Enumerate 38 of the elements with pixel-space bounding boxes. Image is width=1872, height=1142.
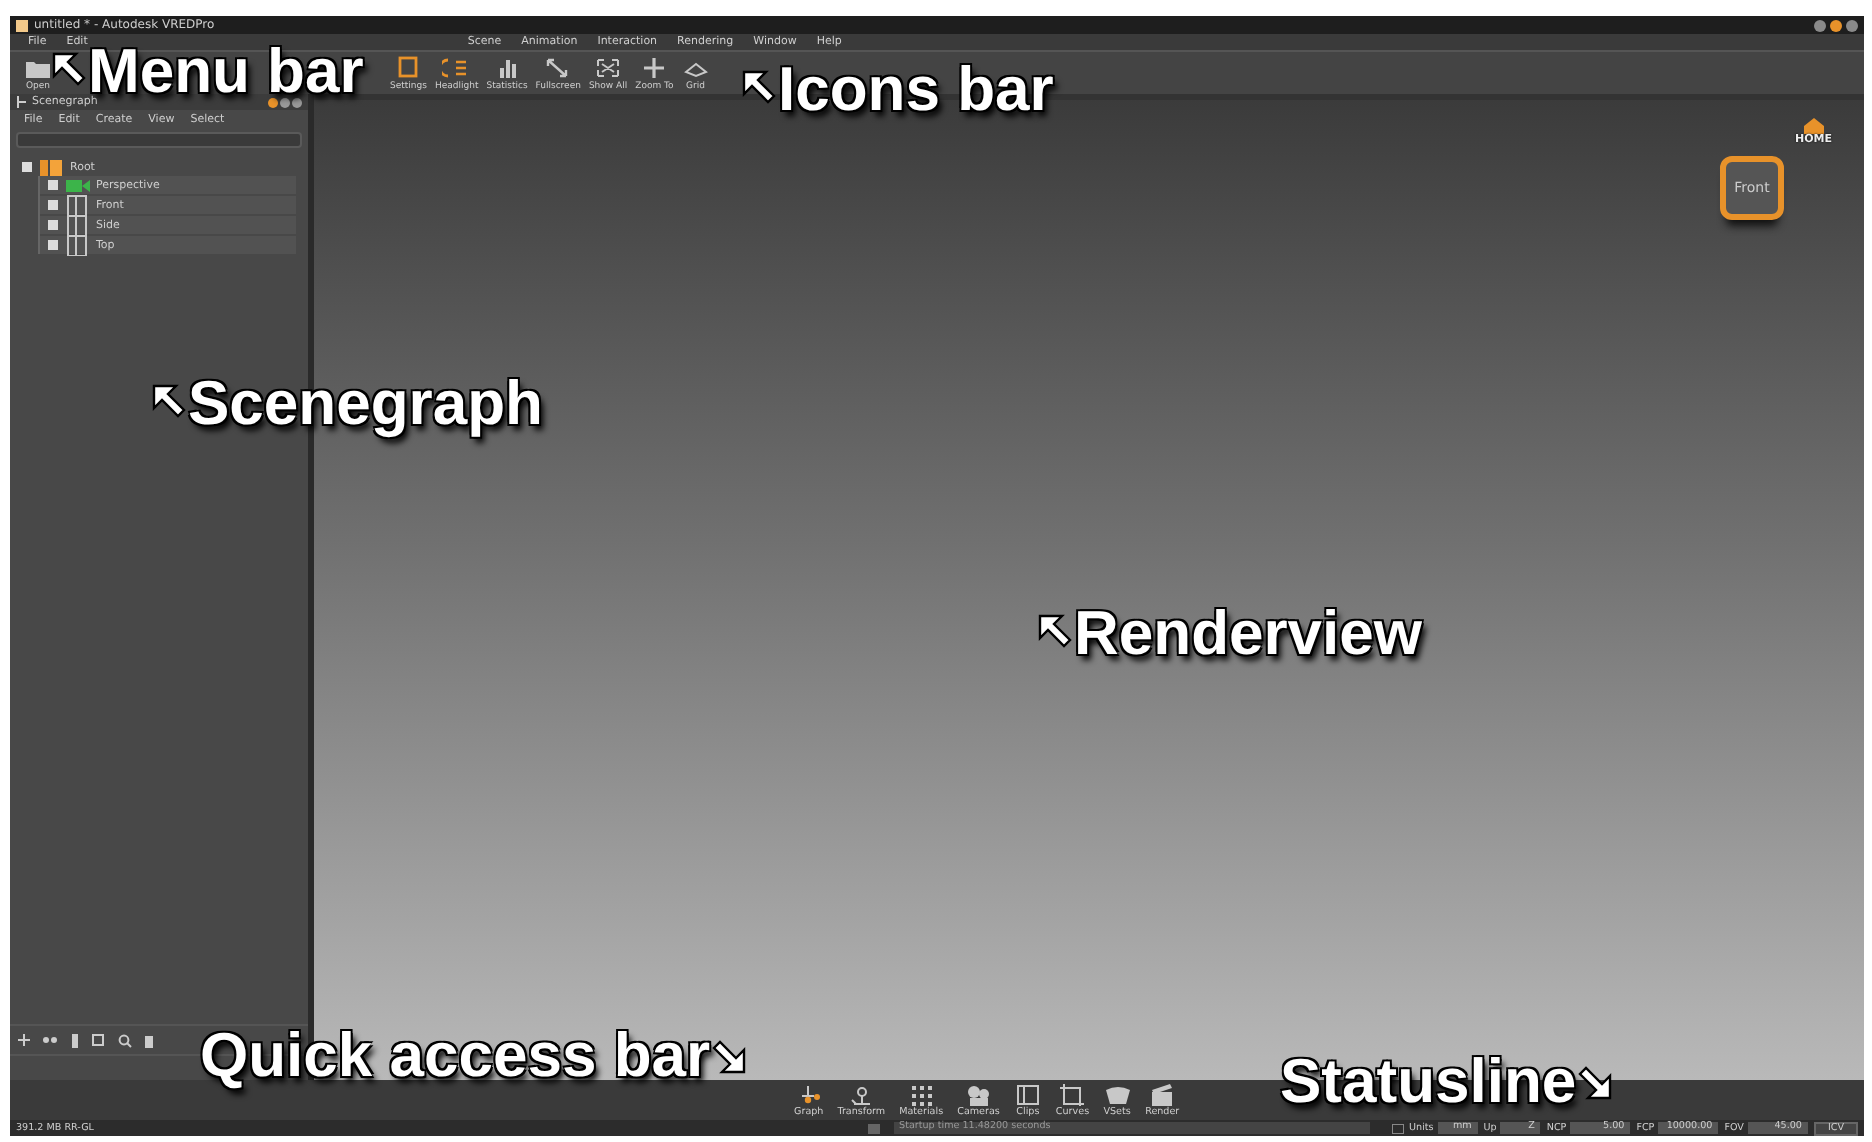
- group-icon: [38, 156, 64, 178]
- folder-icon: [24, 56, 52, 80]
- annotation-label: Renderview: [1074, 606, 1423, 660]
- close-button[interactable]: [1846, 19, 1858, 31]
- house-icon: [1803, 118, 1824, 134]
- clips-icon: [1013, 1082, 1042, 1108]
- arrow-icon: [712, 1040, 749, 1076]
- settings-icon: [394, 56, 423, 80]
- annotation-label: Icons bar: [778, 62, 1054, 116]
- fullscreen-icon: [544, 56, 573, 80]
- cameras-icon: [964, 1082, 993, 1108]
- arrow-icon: [740, 68, 776, 104]
- arrow-icon: [1036, 612, 1072, 648]
- transform-icon: [847, 1082, 876, 1108]
- annotation-label: Menu bar: [88, 44, 364, 98]
- view-icon: [64, 194, 90, 216]
- copy-icon[interactable]: [92, 1033, 106, 1047]
- search-field[interactable]: [16, 132, 302, 148]
- curves-icon: [1058, 1082, 1087, 1108]
- arrow-icon: [150, 382, 186, 418]
- minimize-button[interactable]: [1814, 19, 1826, 31]
- materials-icon: [907, 1082, 936, 1108]
- app-icon: [16, 19, 28, 31]
- headlight-icon: [442, 56, 471, 80]
- arrow-icon: [1578, 1066, 1615, 1102]
- add-icon[interactable]: [18, 1034, 30, 1046]
- vsets-icon: [1103, 1082, 1132, 1108]
- camera-icon: [64, 174, 90, 196]
- maximize-button[interactable]: [1830, 19, 1842, 31]
- render-icon: [1148, 1082, 1177, 1108]
- expand-icon: [22, 162, 32, 172]
- showall-icon: [594, 56, 623, 80]
- search-icon[interactable]: [118, 1033, 132, 1047]
- scenegraph-icon: [16, 96, 26, 108]
- view-icon: [64, 214, 90, 236]
- zoomto-icon: [640, 56, 669, 80]
- arrow-icon: [50, 50, 86, 86]
- view-icon: [64, 234, 90, 256]
